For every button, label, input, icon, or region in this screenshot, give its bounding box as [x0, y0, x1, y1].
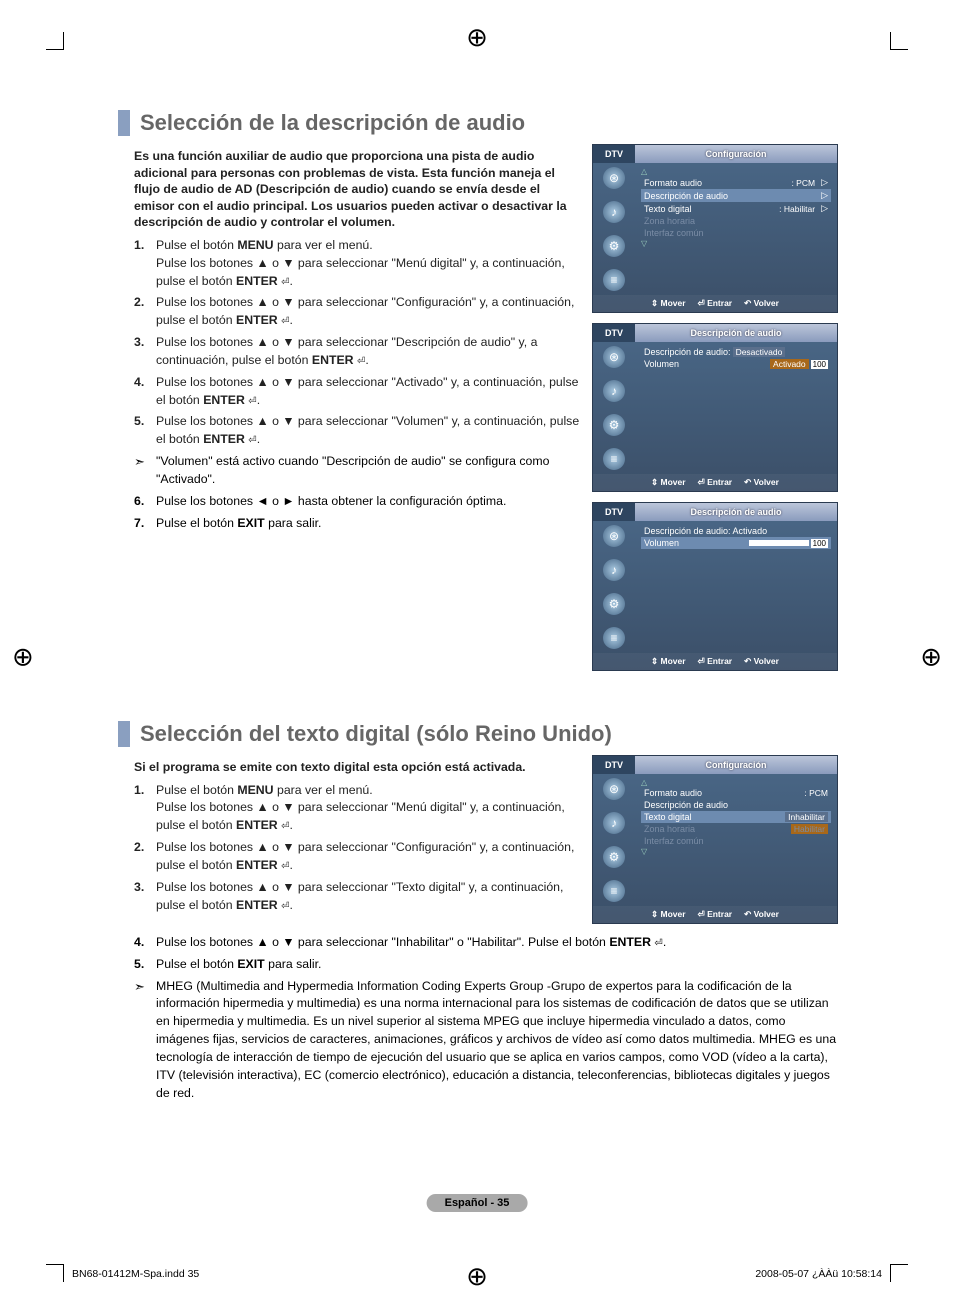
- print-footer: BN68-01412M-Spa.indd 352008-05-07 ¿ÀÀü 1…: [72, 1268, 882, 1280]
- regmark-icon: ⊕: [920, 642, 942, 673]
- section-intro: Es una función auxiliar de audio que pro…: [134, 148, 580, 231]
- note-text: MHEG (Multimedia and Hypermedia Informat…: [156, 978, 838, 1103]
- regmark-icon: ⊕: [466, 22, 488, 53]
- step-list: 1.Pulse el botón MENU para ver el menú.P…: [134, 237, 580, 449]
- tv-screenshot-textodigital: DTVConfiguración ⊛♪⚙≡ △ Formato audio: P…: [592, 755, 838, 924]
- note-text: "Volumen" está activo cuando "Descripció…: [156, 453, 580, 489]
- section-title: Selección de la descripción de audio: [118, 110, 838, 136]
- step-list: 1.Pulse el botón MENU para ver el menú.P…: [134, 782, 580, 915]
- page-footer: Español - 35: [427, 1194, 528, 1212]
- note-arrow-icon: ➣: [134, 978, 156, 1103]
- tv-screenshot-volume: DTVDescripción de audio ⊛♪⚙≡ Descripción…: [592, 502, 838, 671]
- regmark-icon: ⊕: [12, 642, 34, 673]
- tv-screenshot-audiodesc: DTVDescripción de audio ⊛♪⚙≡ Descripción…: [592, 323, 838, 492]
- section-title: Selección del texto digital (sólo Reino …: [118, 721, 838, 747]
- note-arrow-icon: ➣: [134, 453, 156, 489]
- section-intro: Si el programa se emite con texto digita…: [134, 759, 580, 776]
- tv-screenshot-config: DTVConfiguración ⊛♪⚙≡ △ Formato audio: P…: [592, 144, 838, 313]
